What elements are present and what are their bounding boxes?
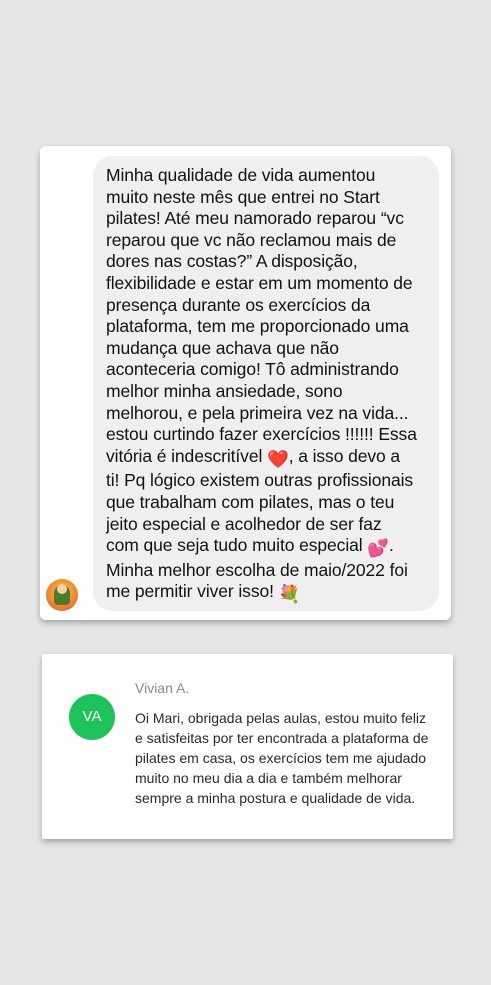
message-bubble: Minha qualidade de vida aumentou muito ne…	[93, 156, 439, 611]
red-heart-emoji-icon: ❤️	[267, 448, 289, 469]
two-hearts-emoji-icon: 💕	[367, 538, 390, 559]
message-text: Minha qualidade de vida aumentou muito ne…	[106, 165, 417, 605]
bouquet-emoji-icon: 💐	[278, 584, 301, 605]
review-card: VA Vivian A. Oi Mari, obrigada pelas aul…	[42, 654, 453, 839]
sender-avatar	[46, 579, 78, 611]
reviewer-avatar: VA	[69, 694, 115, 740]
chat-testimonial-card: Minha qualidade de vida aumentou muito ne…	[40, 146, 451, 620]
testimonials-page: Minha qualidade de vida aumentou muito ne…	[0, 0, 491, 985]
reviewer-name: Vivian A.	[135, 680, 190, 696]
review-text: Oi Mari, obrigada pelas aulas, estou mui…	[135, 710, 429, 806]
